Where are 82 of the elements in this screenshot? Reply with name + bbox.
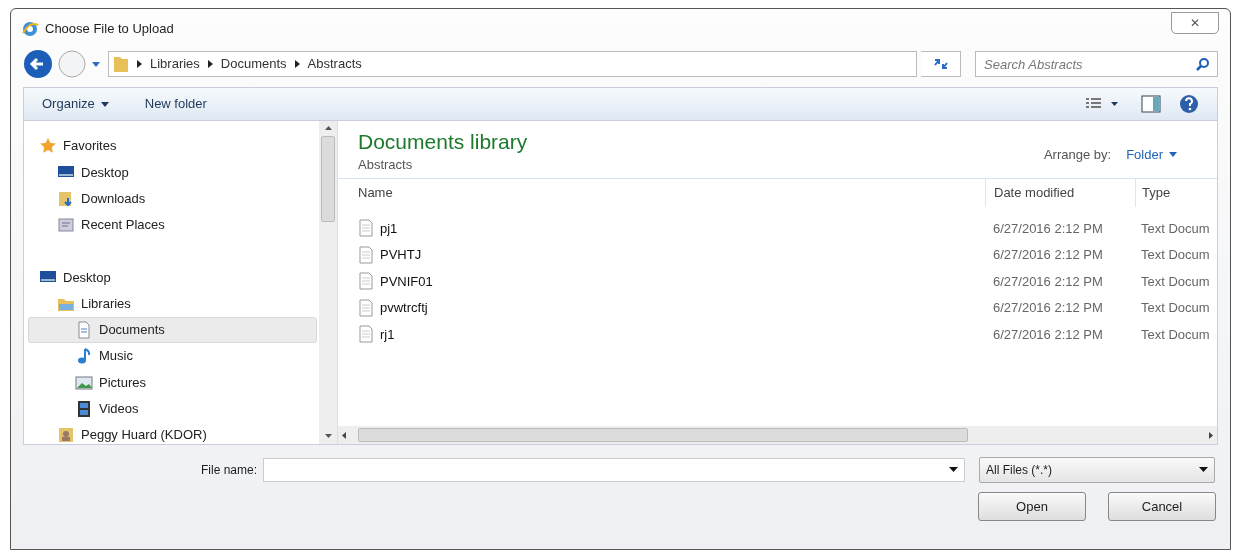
scrollbar-thumb[interactable]: [358, 428, 968, 442]
file-name-label: File name:: [199, 462, 258, 479]
scroll-right-icon[interactable]: [1209, 431, 1213, 439]
dialog-button[interactable]: Open: [978, 492, 1086, 521]
sidebar-item[interactable]: Videos: [28, 395, 317, 422]
view-options-icon[interactable]: [1085, 97, 1119, 111]
window-title: Choose File to Upload: [45, 20, 174, 39]
breadcrumb-link[interactable]: Documents: [220, 54, 287, 74]
sidebar-item[interactable]: Downloads: [28, 185, 317, 212]
new-folder-button[interactable]: New folder: [144, 94, 207, 114]
table-cell-text: 6/27/2016 2:12 PM: [992, 272, 1104, 291]
sidebar-item[interactable]: Desktop: [28, 264, 317, 291]
table-cell-text: 6/27/2016 2:12 PM: [992, 246, 1104, 264]
column-header[interactable]: Type: [1135, 179, 1217, 207]
file-name-field[interactable]: [263, 458, 965, 482]
breadcrumb-link[interactable]: Libraries: [150, 54, 200, 74]
sidebar-item[interactable]: Favorites: [28, 133, 317, 160]
library-title: Documents library: [358, 129, 528, 155]
file-name[interactable]: pj1: [380, 218, 398, 238]
search-icon[interactable]: [1196, 57, 1210, 71]
sidebar-item[interactable]: Recent Places: [28, 211, 317, 239]
help-icon[interactable]: [1179, 94, 1199, 114]
preview-pane-icon[interactable]: [1141, 95, 1161, 113]
download-folder-icon: [57, 189, 75, 208]
dropdown-icon: [1199, 467, 1208, 473]
folder-icon: [113, 54, 129, 74]
sidebar-item[interactable]: Desktop: [28, 159, 317, 186]
document-icon: [75, 320, 93, 339]
text-file-icon: [358, 219, 374, 238]
file-name[interactable]: pvwtrcftj: [380, 298, 428, 318]
scroll-up-icon[interactable]: [324, 126, 332, 130]
caret-icon: [100, 101, 109, 107]
library-subtitle: Abstracts: [358, 156, 414, 174]
column-header[interactable]: Date modified: [985, 179, 1135, 207]
table-cell-text: Text Docum: [1140, 325, 1211, 344]
table-cell-text: 6/27/2016 2:12 PM: [992, 299, 1104, 317]
back-icon[interactable]: [23, 49, 53, 79]
breadcrumb-link[interactable]: Abstracts: [307, 54, 362, 74]
refresh-icon[interactable]: [932, 57, 949, 71]
horizontal-scrollbar[interactable]: [338, 426, 1217, 444]
sidebar-item[interactable]: Music: [28, 343, 317, 370]
scroll-down-icon[interactable]: [324, 434, 332, 438]
scrollbar-thumb[interactable]: [321, 136, 335, 222]
user-folder-icon: [57, 426, 75, 444]
close-button[interactable]: ✕: [1171, 12, 1219, 34]
arrange-dropdown[interactable]: Folder: [1126, 145, 1177, 165]
sidebar-item[interactable]: Pictures: [28, 369, 317, 396]
file-name[interactable]: rj1: [380, 324, 395, 344]
browser-logo-icon: [21, 20, 39, 38]
file-name[interactable]: PVHTJ: [380, 245, 422, 265]
table-cell-text: 6/27/2016 2:12 PM: [992, 219, 1104, 238]
search-field[interactable]: Search Abstracts: [975, 51, 1218, 77]
address-bar[interactable]: Libraries Documents Abstracts: [108, 51, 917, 77]
table-cell-text: Text Docum: [1140, 272, 1211, 291]
caret-icon: [1169, 152, 1177, 158]
chevron-icon[interactable]: [294, 60, 300, 68]
organize-button[interactable]: Organize: [42, 94, 109, 114]
sidebar-item[interactable]: Libraries: [28, 290, 317, 317]
music-note-icon: [75, 347, 93, 366]
table-cell-text: Text Docum: [1140, 299, 1211, 317]
dropdown-icon[interactable]: [949, 467, 958, 473]
table-cell-text: Text Docum: [1140, 246, 1211, 264]
file-name[interactable]: PVNIF01: [380, 271, 433, 291]
arrange-label: Arrange by:: [1043, 146, 1112, 164]
text-file-icon: [358, 272, 374, 291]
text-file-icon: [358, 325, 374, 344]
column-header[interactable]: Name: [338, 179, 985, 207]
picture-icon: [75, 373, 93, 392]
chevron-icon[interactable]: [207, 60, 213, 68]
recent-places-icon: [57, 216, 75, 235]
scrollbar[interactable]: [319, 121, 337, 444]
text-file-icon: [358, 298, 374, 317]
table-cell-text: Text Docum: [1140, 219, 1211, 238]
scroll-left-icon[interactable]: [342, 431, 346, 439]
table-cell-text: 6/27/2016 2:12 PM: [992, 325, 1104, 344]
dialog-button[interactable]: Cancel: [1108, 492, 1216, 521]
film-icon: [75, 399, 93, 418]
sidebar-item[interactable]: Documents: [28, 316, 317, 344]
sidebar-item[interactable]: Peggy Huard (KDOR): [28, 421, 317, 444]
text-file-icon: [358, 245, 374, 264]
chevron-icon[interactable]: [137, 60, 142, 68]
file-type-dropdown[interactable]: All Files (*.*): [979, 457, 1215, 483]
